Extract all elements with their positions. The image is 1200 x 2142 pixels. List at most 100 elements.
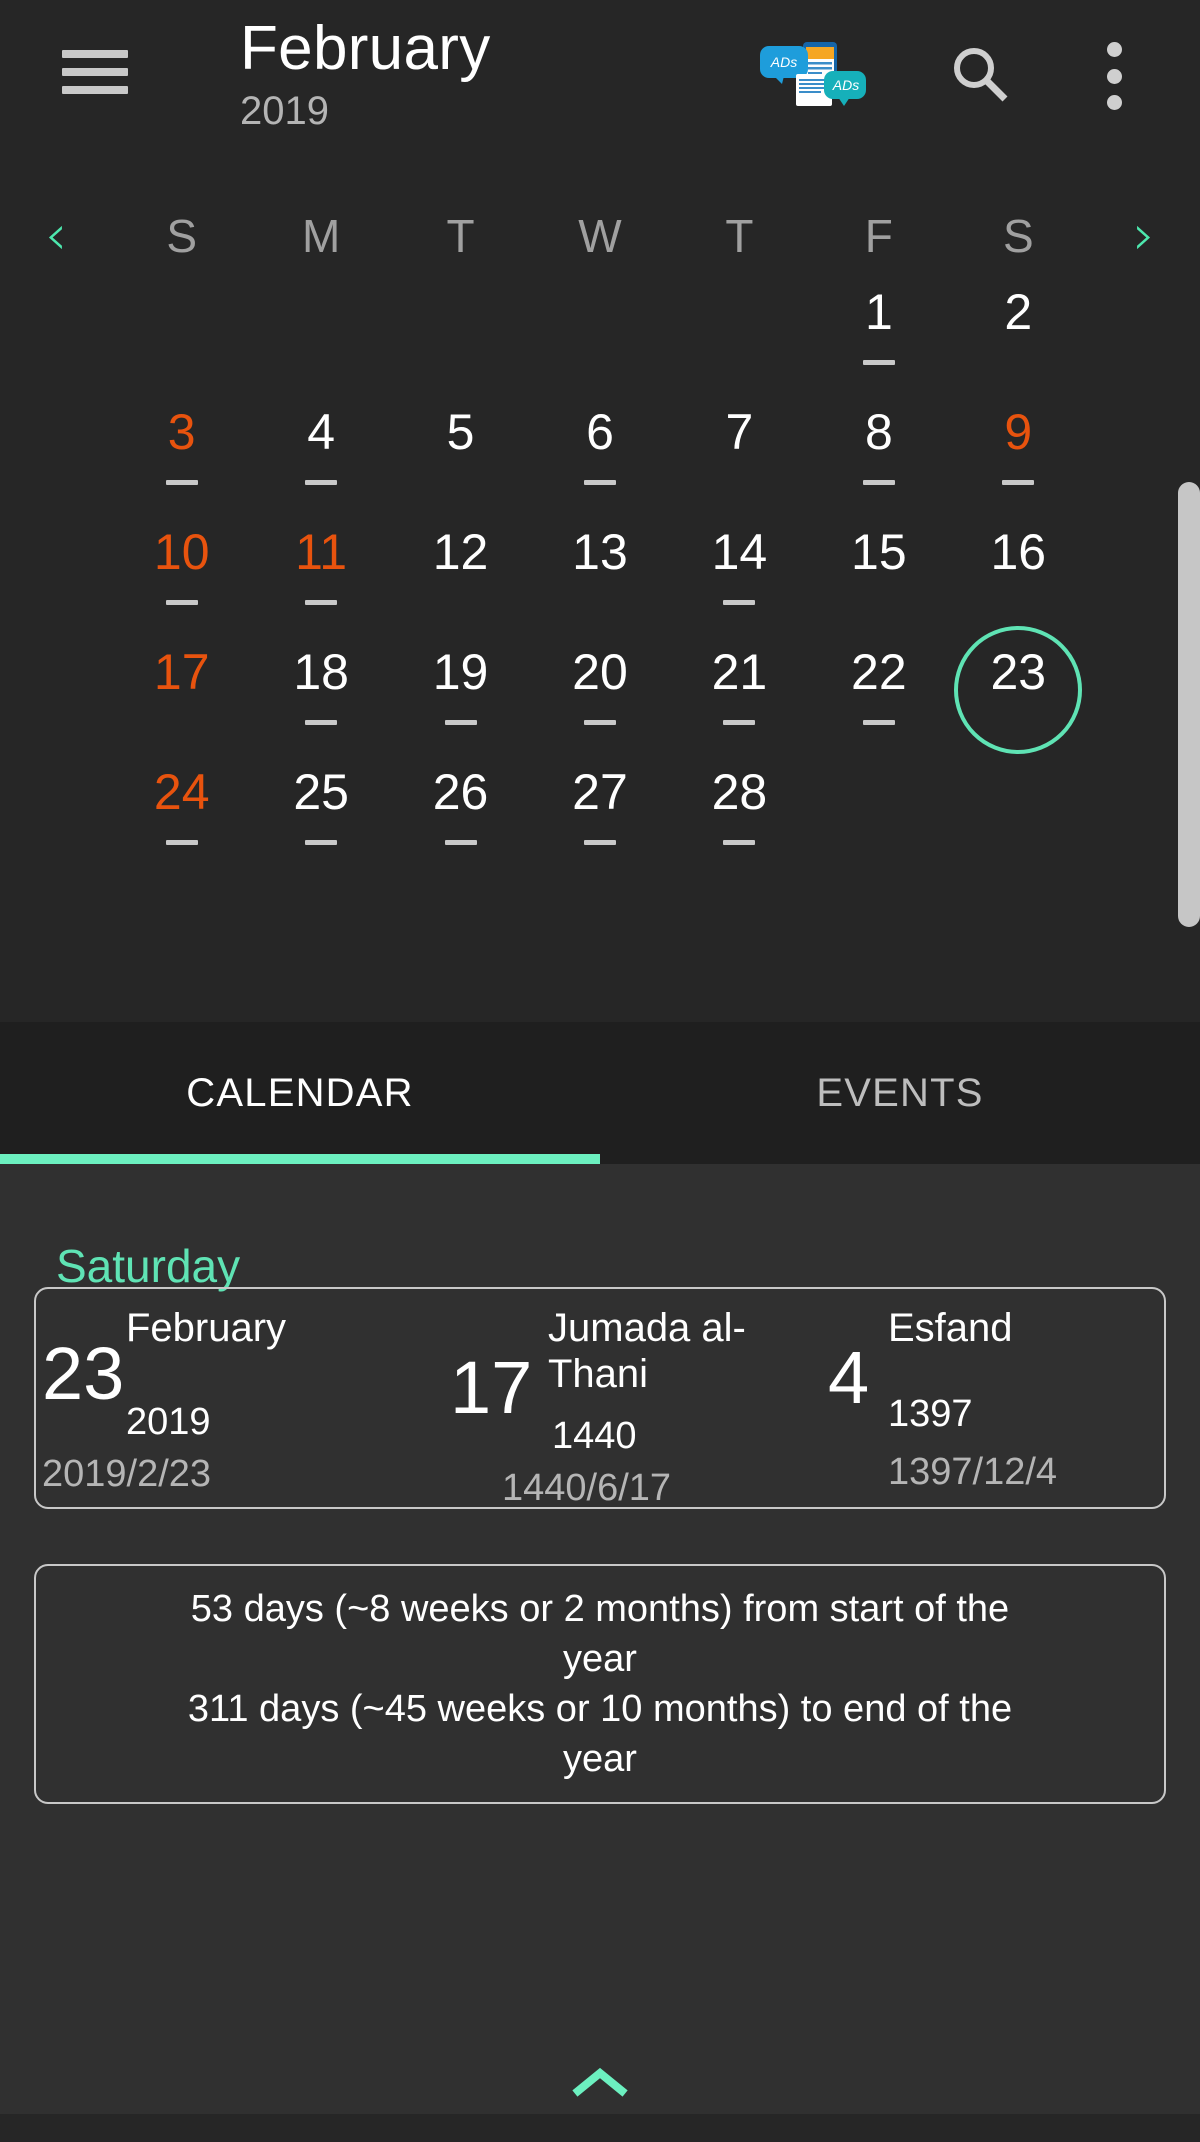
calendar-day-number: 16	[990, 524, 1047, 580]
tab-bar: CALENDAR EVENTS	[0, 1022, 1200, 1164]
calendar-day-number: 9	[1004, 404, 1033, 460]
overflow-dot	[1106, 68, 1122, 84]
calendar-day-number: 15	[851, 524, 907, 580]
calendar-day-number: 27	[572, 764, 628, 820]
next-month-arrow[interactable]: ›	[1088, 208, 1200, 264]
calendar-day-number: 4	[307, 404, 336, 460]
calendar-day-4[interactable]: 4	[251, 402, 390, 522]
event-indicator	[862, 480, 895, 485]
ads-icon[interactable]: ADs ADs	[758, 38, 868, 110]
gregorian-day: 23	[42, 1332, 125, 1415]
calendar-day-number: 22	[851, 644, 907, 700]
event-indicator	[305, 600, 338, 605]
event-indicator	[583, 480, 616, 485]
calendar-day-28[interactable]: 28	[670, 762, 809, 882]
calendar-day-number: 12	[432, 524, 489, 580]
weekday-label-6: S	[1002, 210, 1034, 262]
calendar-day-number: 18	[293, 644, 349, 700]
calendar-day-13[interactable]: 13	[530, 522, 669, 642]
chevron-up-icon-svg	[572, 2067, 628, 2097]
calendar-day-number: 8	[864, 404, 893, 460]
hamburger-bar	[62, 68, 128, 76]
event-indicator	[1002, 480, 1035, 485]
calendar-cell-empty	[530, 282, 669, 402]
event-indicator	[444, 840, 477, 845]
calendar-day-number: 6	[586, 404, 614, 460]
calendar-day-14[interactable]: 14	[670, 522, 809, 642]
calendar-day-8[interactable]: 8	[809, 402, 948, 522]
calendar-day-3[interactable]: 3	[112, 402, 251, 522]
event-indicator	[165, 840, 198, 845]
calendar-day-11[interactable]: 11	[251, 522, 390, 642]
calendar-day-21[interactable]: 21	[670, 642, 809, 762]
calendar-day-number: 1	[864, 284, 893, 340]
calendar-day-number: 2	[1004, 284, 1033, 340]
weekday-label-1: M	[301, 210, 341, 262]
calendar-cell-empty	[251, 282, 390, 402]
event-indicator	[862, 360, 895, 365]
page-title: February 2019	[240, 16, 491, 133]
weekday-label-0: S	[166, 210, 198, 262]
overflow-dot	[1106, 42, 1122, 57]
calendar-day-number: 7	[725, 404, 754, 460]
hamburger-bar	[62, 86, 128, 94]
calendar-day-22[interactable]: 22	[809, 642, 948, 762]
calendar-day-24[interactable]: 24	[112, 762, 251, 882]
calendar-day-number: 19	[432, 644, 489, 700]
event-indicator	[583, 840, 616, 845]
calendar-day-number: 24	[153, 764, 210, 820]
calendar-day-7[interactable]: 7	[670, 402, 809, 522]
calendar-day-number: 13	[572, 524, 628, 580]
event-indicator	[723, 600, 756, 605]
weekday-labels: SMTWTFS	[112, 209, 1088, 263]
multi-calendar-date-card[interactable]: 23 February 2019 2019/2/23 17 Jumada al-…	[34, 1287, 1166, 1509]
calendar-day-12[interactable]: 12	[391, 522, 530, 642]
search-icon[interactable]	[948, 42, 1012, 106]
weekday-header: ‹ S M T W T F S ›	[0, 190, 1200, 282]
title-year: 2019	[240, 89, 329, 134]
more-vertical-icon[interactable]	[1104, 42, 1124, 110]
hijri-full-date: 1440/6/17	[502, 1467, 672, 1509]
hamburger-menu-icon[interactable]	[62, 50, 128, 94]
chevron-up-icon[interactable]	[570, 2052, 630, 2106]
calendar-day-1[interactable]: 1	[809, 282, 948, 402]
weekday-label-2: T	[446, 210, 475, 262]
calendar-day-10[interactable]: 10	[112, 522, 251, 642]
svg-text:ADs: ADs	[832, 77, 859, 93]
calendar-day-number: 25	[293, 764, 349, 820]
calendar-day-23[interactable]: 23	[949, 626, 1088, 762]
calendar-day-19[interactable]: 19	[391, 642, 530, 762]
details-pane: Saturday 23 February 2019 2019/2/23 17 J…	[0, 1164, 1200, 2114]
event-indicator	[165, 600, 198, 605]
tab-events[interactable]: EVENTS	[600, 1022, 1200, 1164]
gregorian-date-segment: 23 February 2019 2019/2/23	[36, 1289, 412, 1507]
weekday-label-5: F	[864, 210, 893, 262]
calendar-day-26[interactable]: 26	[391, 762, 530, 882]
calendar-cell-empty	[391, 282, 530, 402]
calendar-day-15[interactable]: 15	[809, 522, 948, 642]
calendar-day-27[interactable]: 27	[530, 762, 669, 882]
calendar-scrollbar[interactable]	[1178, 482, 1200, 927]
event-indicator	[862, 720, 895, 725]
calendar-day-20[interactable]: 20	[530, 642, 669, 762]
calendar-day-17[interactable]: 17	[112, 642, 251, 762]
calendar-day-16[interactable]: 16	[949, 522, 1088, 642]
event-indicator	[583, 720, 616, 725]
persian-month: Esfand	[888, 1306, 1013, 1350]
prev-month-arrow[interactable]: ‹	[0, 208, 112, 264]
calendar-cell-empty	[112, 282, 251, 402]
weekday-label-3: W	[578, 210, 622, 262]
calendar-day-9[interactable]: 9	[949, 402, 1088, 522]
calendar-day-25[interactable]: 25	[251, 762, 390, 882]
days-from-start-of-year: 53 days (~8 weeks or 2 months) from star…	[190, 1587, 1010, 1680]
event-indicator	[305, 840, 338, 845]
event-indicator	[444, 720, 477, 725]
svg-text:ADs: ADs	[770, 54, 797, 70]
tab-calendar[interactable]: CALENDAR	[0, 1022, 600, 1164]
calendar-day-5[interactable]: 5	[391, 402, 530, 522]
calendar-day-6[interactable]: 6	[530, 402, 669, 522]
calendar-day-18[interactable]: 18	[251, 642, 390, 762]
calendar-day-2[interactable]: 2	[949, 282, 1088, 402]
hijri-date-segment: 17 Jumada al-Thani 1440 1440/6/17	[412, 1289, 788, 1509]
calendar-grid: 1 2 3 4 5 6 7 8 9 10 11 12 13 14 15 16 17 18 19 20 21 22 23 24 2…	[112, 282, 1088, 882]
